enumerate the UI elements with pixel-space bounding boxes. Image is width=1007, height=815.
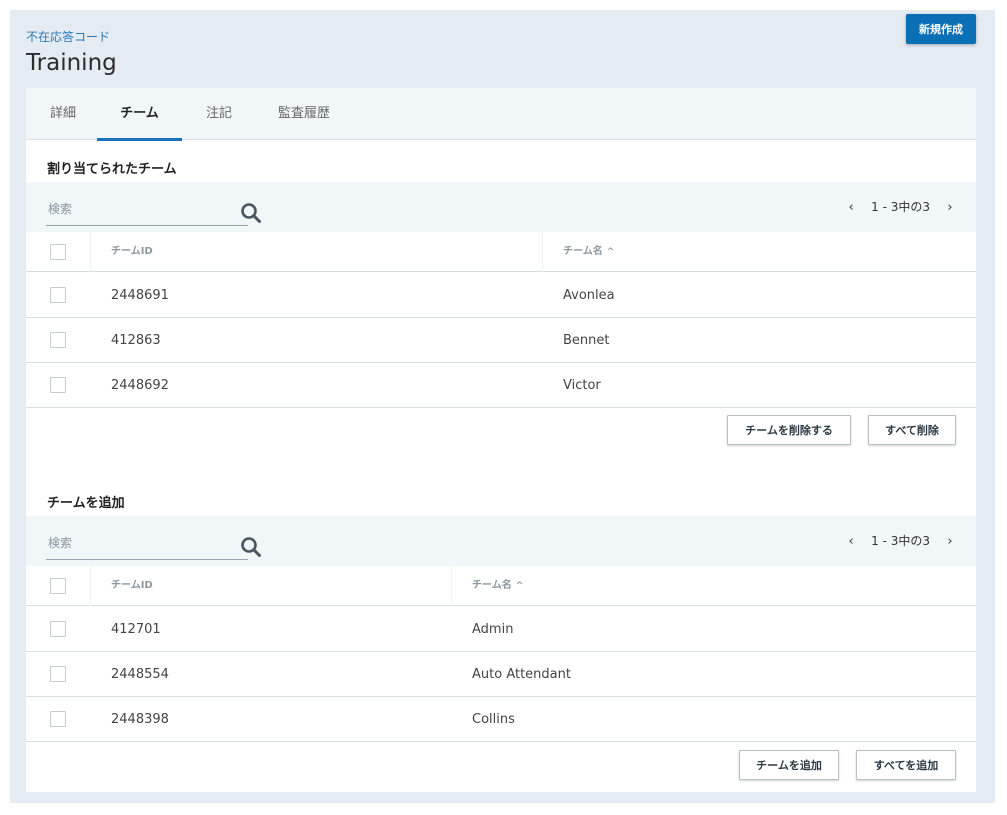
- assigned-search-input[interactable]: [48, 198, 208, 220]
- breadcrumb[interactable]: 不在応答コード: [26, 28, 110, 45]
- chevron-left-icon[interactable]: ‹: [843, 183, 859, 233]
- column-header-team-id[interactable]: チームID: [111, 232, 153, 272]
- column-header-team-id[interactable]: チームID: [111, 566, 153, 606]
- assigned-section-title: 割り当てられたチーム: [47, 162, 177, 177]
- team-id-cell: 2448691: [111, 288, 169, 303]
- assigned-table-header: チームID チーム名 ^: [26, 232, 976, 272]
- row-checkbox[interactable]: [50, 377, 66, 393]
- team-name-cell: Admin: [472, 622, 514, 637]
- table-row[interactable]: 412863 Bennet: [26, 318, 976, 363]
- sort-ascending-icon: ^: [515, 581, 524, 591]
- page-title: Training: [26, 50, 117, 76]
- column-divider: [542, 232, 543, 272]
- sort-ascending-icon: ^: [606, 247, 615, 257]
- team-id-cell: 2448554: [111, 667, 169, 682]
- column-divider: [90, 232, 91, 272]
- assigned-search: [46, 190, 261, 226]
- tab-bar: 詳細 チーム 注記 監査履歴: [26, 88, 976, 141]
- search-icon[interactable]: [240, 536, 262, 558]
- tab-details[interactable]: 詳細: [44, 88, 82, 140]
- remove-team-button[interactable]: チームを削除する: [727, 415, 851, 445]
- chevron-left-icon[interactable]: ‹: [843, 517, 859, 567]
- team-id-cell: 2448692: [111, 378, 169, 393]
- assigned-pager: ‹ 1 - 3中の3 ›: [843, 182, 958, 232]
- team-name-cell: Avonlea: [563, 288, 615, 303]
- team-name-cell: Bennet: [563, 333, 610, 348]
- team-id-cell: 412863: [111, 333, 161, 348]
- column-header-label: チーム名: [472, 580, 512, 591]
- search-icon[interactable]: [240, 202, 262, 224]
- add-section-title: チームを追加: [47, 496, 125, 511]
- add-team-button[interactable]: チームを追加: [739, 750, 839, 780]
- available-pager: ‹ 1 - 3中の3 ›: [843, 516, 958, 566]
- table-row[interactable]: 2448554 Auto Attendant: [26, 652, 976, 697]
- table-row[interactable]: 2448398 Collins: [26, 697, 976, 742]
- column-header-label: チーム名: [563, 246, 603, 257]
- chevron-right-icon[interactable]: ›: [942, 183, 958, 233]
- tab-teams[interactable]: チーム: [97, 88, 182, 141]
- column-header-team-name[interactable]: チーム名 ^: [472, 566, 523, 606]
- row-checkbox[interactable]: [50, 332, 66, 348]
- column-divider: [90, 566, 91, 606]
- table-row[interactable]: 2448692 Victor: [26, 363, 976, 408]
- table-row[interactable]: 2448691 Avonlea: [26, 273, 976, 318]
- assigned-toolbar: ‹ 1 - 3中の3 ›: [26, 182, 976, 232]
- column-header-team-name[interactable]: チーム名 ^: [563, 232, 614, 272]
- row-checkbox[interactable]: [50, 666, 66, 682]
- add-all-button[interactable]: すべてを追加: [856, 750, 956, 780]
- column-divider: [451, 566, 452, 606]
- available-pager-text: 1 - 3中の3: [871, 534, 930, 548]
- team-name-cell: Collins: [472, 712, 515, 727]
- team-name-cell: Auto Attendant: [472, 667, 571, 682]
- table-row[interactable]: 412701 Admin: [26, 607, 976, 652]
- available-toolbar: ‹ 1 - 3中の3 ›: [26, 516, 976, 566]
- available-search: [46, 524, 261, 560]
- available-search-input[interactable]: [48, 532, 208, 554]
- team-id-cell: 2448398: [111, 712, 169, 727]
- tab-audit-history[interactable]: 監査履歴: [272, 88, 336, 140]
- available-select-all-checkbox[interactable]: [50, 578, 66, 594]
- assigned-pager-text: 1 - 3中の3: [871, 200, 930, 214]
- team-id-cell: 412701: [111, 622, 161, 637]
- page-frame: 不在応答コード Training 新規作成 詳細 チーム 注記 監査履歴 割り当…: [10, 10, 995, 803]
- available-table-header: チームID チーム名 ^: [26, 566, 976, 606]
- row-checkbox[interactable]: [50, 621, 66, 637]
- remove-all-button[interactable]: すべて削除: [868, 415, 956, 445]
- row-checkbox[interactable]: [50, 287, 66, 303]
- chevron-right-icon[interactable]: ›: [942, 517, 958, 567]
- tab-notes[interactable]: 注記: [200, 88, 238, 140]
- main-panel: 詳細 チーム 注記 監査履歴 割り当てられたチーム ‹ 1 - 3中の3 › チーム…: [26, 88, 976, 792]
- new-button[interactable]: 新規作成: [906, 14, 976, 44]
- assigned-select-all-checkbox[interactable]: [50, 244, 66, 260]
- team-name-cell: Victor: [563, 378, 601, 393]
- row-checkbox[interactable]: [50, 711, 66, 727]
